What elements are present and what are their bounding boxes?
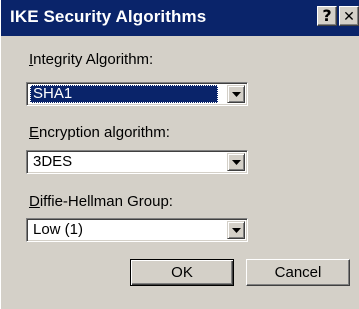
encryption-dropdown-button[interactable] [227, 153, 245, 171]
close-button[interactable]: ✕ [339, 6, 359, 26]
dropdown-arrow-icon [232, 228, 241, 233]
encryption-algorithm-label: Encryption algorithm: [29, 124, 170, 141]
integrity-label-text: ntegrity Algorithm: [33, 51, 154, 68]
cancel-button[interactable]: Cancel [246, 259, 350, 286]
encryption-algorithm-value: 3DES [33, 153, 73, 170]
diffie-hellman-group-select[interactable]: Low (1) [26, 218, 248, 242]
integrity-algorithm-select[interactable]: SHA1 [26, 82, 248, 106]
encryption-algorithm-select[interactable]: 3DES [26, 150, 248, 174]
dh-label-text: iffie-Hellman Group: [39, 193, 173, 210]
dropdown-arrow-icon [232, 160, 241, 165]
help-icon: ? [322, 6, 332, 25]
ok-button[interactable]: OK [130, 259, 234, 286]
dh-label-accelerator: D [29, 193, 40, 210]
diffie-hellman-group-label: Diffie-Hellman Group: [29, 193, 173, 210]
encryption-label-text: ncryption algorithm: [39, 124, 170, 141]
dh-dropdown-button[interactable] [227, 221, 245, 239]
close-icon: ✕ [343, 9, 355, 25]
dropdown-arrow-icon [232, 92, 241, 97]
integrity-dropdown-button[interactable] [227, 85, 245, 103]
title-bar[interactable]: IKE Security Algorithms ? ✕ [1, 0, 359, 36]
integrity-algorithm-value: SHA1 [30, 85, 218, 103]
integrity-algorithm-label: Integrity Algorithm: [29, 51, 153, 68]
encryption-label-accelerator: E [29, 124, 40, 141]
help-button[interactable]: ? [317, 6, 337, 26]
diffie-hellman-group-value: Low (1) [33, 221, 84, 238]
ike-security-algorithms-dialog: IKE Security Algorithms ? ✕ Integrity Al… [0, 0, 359, 309]
window-title: IKE Security Algorithms [10, 7, 207, 26]
